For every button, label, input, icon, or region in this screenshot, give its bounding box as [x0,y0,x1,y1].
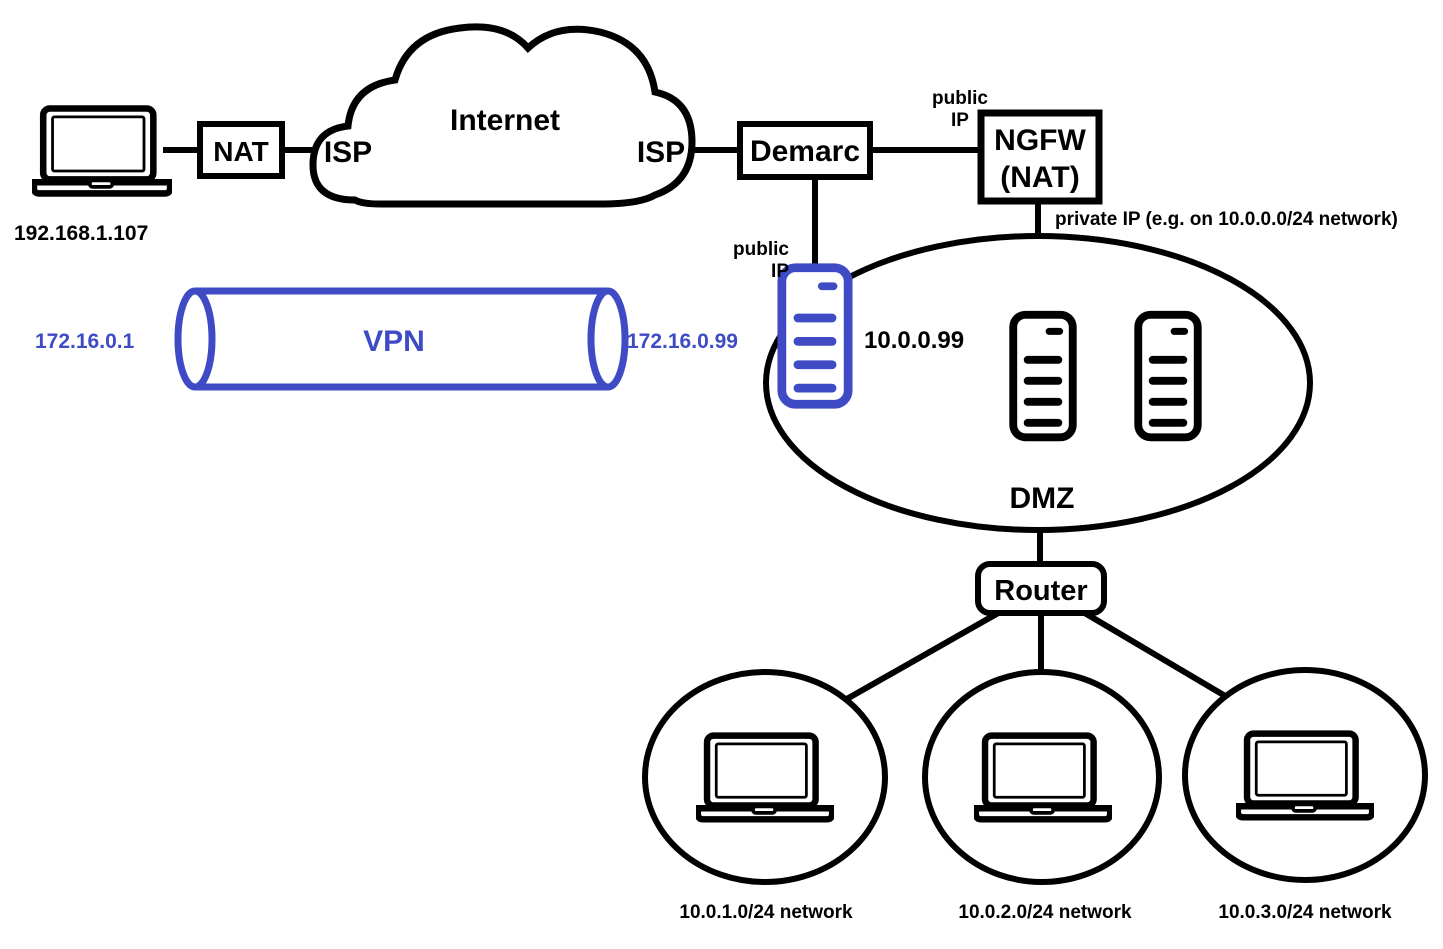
client-laptop-icon [34,109,170,194]
vpn-concentrator-public-ip-line1: public [733,239,789,260]
vpn-right-ip-label: 172.16.0.99 [627,330,738,353]
vpn-concentrator-icon [782,268,848,405]
client-ip-label: 192.168.1.107 [14,222,148,245]
subnet-1-label: 10.0.1.0/24 network [679,902,853,923]
vpn-label: VPN [363,325,425,358]
subnet-2-laptop-icon [976,736,1110,820]
vpn-concentrator-public-ip-line2: IP [771,261,789,282]
router-label: Router [994,575,1087,607]
dmz-label: DMZ [1010,482,1075,515]
vpn-concentrator-private-ip-label: 10.0.0.99 [864,327,964,354]
ngfw-public-ip-annotation-line2: IP [951,110,969,131]
isp-left-label: ISP [324,136,372,169]
network-diagram: 192.168.1.107 NAT Internet ISP ISP Demar… [0,0,1443,949]
ngfw-label-line1: NGFW [994,124,1086,157]
subnet-2-label: 10.0.2.0/24 network [958,902,1132,923]
dmz-server-2-icon [1138,315,1198,438]
ngfw-public-ip-annotation-line1: public [932,88,988,109]
ngfw-private-ip-annotation: private IP (e.g. on 10.0.0.0/24 network) [1055,209,1398,230]
vpn-left-ip-label: 172.16.0.1 [35,330,135,353]
demarc-label: Demarc [750,135,860,168]
subnet-3-label: 10.0.3.0/24 network [1218,902,1392,923]
dmz-server-1-icon [1013,315,1073,438]
nat-box-label: NAT [213,136,268,167]
internet-label: Internet [450,104,560,137]
isp-right-label: ISP [637,136,685,169]
ngfw-label-line2: (NAT) [1000,161,1079,194]
subnet-1-laptop-icon [698,736,832,820]
subnet-3-laptop-icon [1238,734,1372,818]
